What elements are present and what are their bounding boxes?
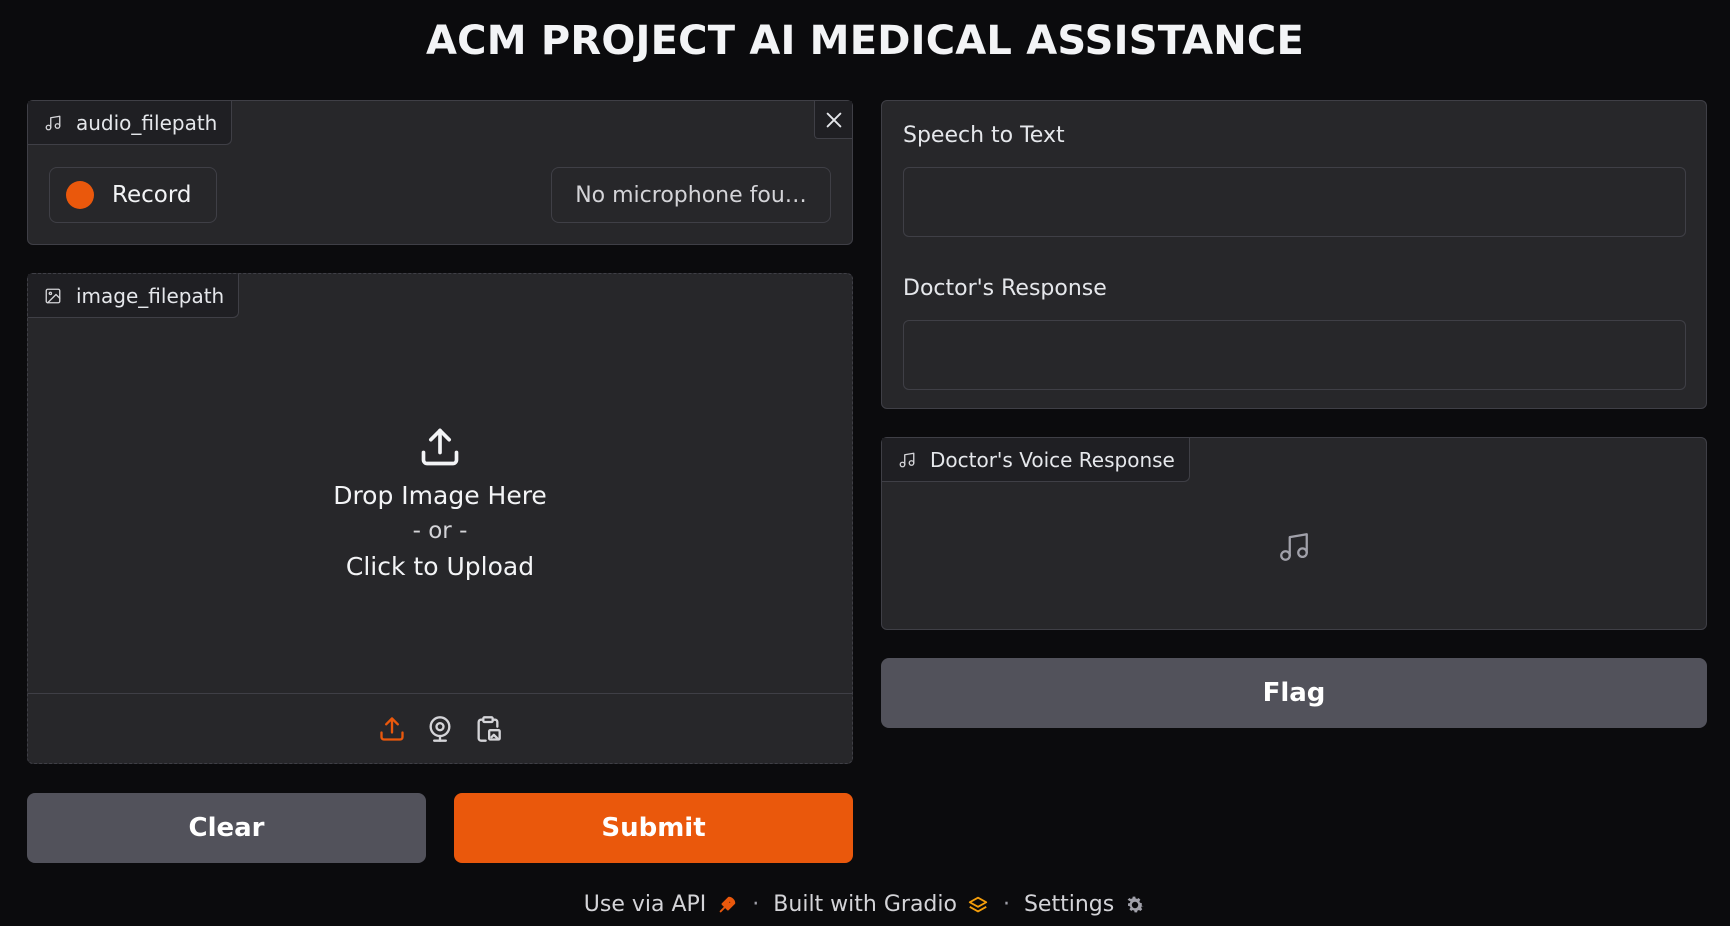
page-title: ACM PROJECT AI MEDICAL ASSISTANCE <box>425 18 1304 64</box>
drop-image-text: Drop Image Here <box>333 481 547 510</box>
speech-to-text-field[interactable] <box>903 167 1686 237</box>
image-drop-zone[interactable]: Drop Image Here - or - Click to Upload <box>28 318 852 688</box>
gradio-logo-icon <box>967 894 989 916</box>
gear-icon <box>1124 894 1146 916</box>
record-label: Record <box>112 182 192 208</box>
music-note-icon <box>44 114 62 132</box>
webcam-icon[interactable] <box>426 715 454 743</box>
flag-button[interactable]: Flag <box>881 658 1707 728</box>
voice-response-panel: Doctor's Voice Response <box>881 437 1707 630</box>
image-icon <box>44 287 62 305</box>
clipboard-icon[interactable] <box>474 715 502 743</box>
upload-arrow-icon <box>418 425 462 481</box>
submit-button[interactable]: Submit <box>454 793 853 863</box>
voice-response-label: Doctor's Voice Response <box>882 438 1190 482</box>
settings-label: Settings <box>1023 892 1115 917</box>
audio-input-panel: audio_filepath Record No microphone fou… <box>27 100 853 245</box>
built-with-gradio-link[interactable]: Built with Gradio <box>773 892 989 917</box>
speech-to-text-label: Speech to Text <box>903 123 1065 148</box>
doctor-response-label: Doctor's Response <box>903 276 1107 301</box>
music-note-placeholder-icon <box>1277 530 1311 564</box>
footer-separator: · <box>752 892 760 917</box>
use-via-api-link[interactable]: Use via API <box>584 892 739 917</box>
audio-input-label-text: audio_filepath <box>76 110 218 135</box>
image-input-label: image_filepath <box>28 274 240 318</box>
music-note-icon <box>898 451 916 469</box>
image-input-label-text: image_filepath <box>76 283 225 308</box>
footer-separator: · <box>1002 892 1010 917</box>
settings-link[interactable]: Settings <box>1024 892 1146 917</box>
built-with-gradio-label: Built with Gradio <box>773 892 957 917</box>
upload-icon[interactable] <box>378 715 406 743</box>
close-button[interactable] <box>814 101 852 139</box>
image-source-bar <box>28 693 852 763</box>
rocket-icon <box>716 894 738 916</box>
audio-input-label: audio_filepath <box>28 101 233 145</box>
use-via-api-label: Use via API <box>583 892 707 917</box>
or-text: - or - <box>412 518 468 544</box>
click-to-upload-text: Click to Upload <box>345 552 535 581</box>
close-icon <box>823 109 845 131</box>
doctor-response-field[interactable] <box>903 320 1686 390</box>
text-output-panel: Speech to Text Doctor's Response <box>881 100 1707 409</box>
audio-empty-state <box>882 482 1706 612</box>
record-button[interactable]: Record <box>49 167 217 223</box>
image-input-panel: image_filepath Drop Image Here - or - Cl… <box>27 273 853 764</box>
clear-button[interactable]: Clear <box>27 793 426 863</box>
voice-response-label-text: Doctor's Voice Response <box>930 447 1175 472</box>
footer: Use via API · Built with Gradio · Settin… <box>0 892 1730 917</box>
record-dot-icon <box>66 181 94 209</box>
microphone-select[interactable]: No microphone fou… <box>551 167 831 223</box>
